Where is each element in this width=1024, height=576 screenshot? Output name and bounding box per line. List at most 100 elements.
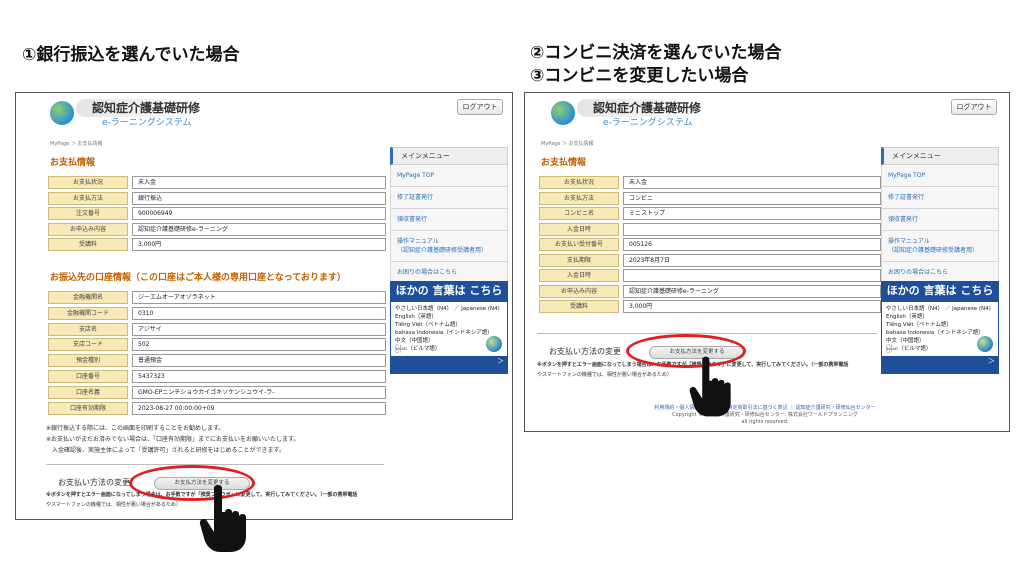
site-header: 認知症介護基礎研修 e-ラーニングシステム ログアウト <box>525 93 1009 137</box>
row-label: 口座名義 <box>48 385 128 399</box>
menu-item-certificate[interactable]: 修了証書発行 <box>881 187 999 209</box>
footer-links[interactable]: 利用規約・個人情報保護方針 ｜ 特定商取引法に基づく表記 ｜ 認知症介護研究・研… <box>565 405 965 412</box>
globe-icon <box>486 336 502 352</box>
lang-line: やさしい日本語（N4） ／ Japanese (N4) <box>886 306 991 312</box>
row-value: ミニストップ <box>623 207 881 220</box>
info-row: お支払い受付番号 005126 <box>539 238 881 251</box>
row-value: 未入金 <box>132 176 386 189</box>
info-row: 口座番号 5437323 <box>48 370 386 383</box>
payment-info-title: お支払情報 <box>50 158 96 168</box>
row-label: 金融機関コード <box>48 306 128 320</box>
pointing-hand-icon <box>199 485 246 552</box>
row-value: 0310 <box>132 306 386 320</box>
info-row: 預金種別 普通預金 <box>48 354 386 368</box>
row-value: 502 <box>132 338 386 352</box>
info-row: お申込み内容 認知症介護基礎研修e-ラーニング <box>539 284 881 298</box>
info-row: お支払方法 コンビニ <box>539 191 881 205</box>
row-label: 預金種別 <box>48 354 128 368</box>
row-value <box>623 222 881 236</box>
info-row: お申込み内容 認知症介護基礎研修e-ラーニング <box>48 222 386 236</box>
note-3: 入金確認後、実施主体によって「受講許可」されると研修をはじめることができます。 <box>46 447 285 454</box>
info-row: 支店コード 502 <box>48 338 386 352</box>
logout-button[interactable]: ログアウト <box>951 99 997 115</box>
info-row: 口座名義 GMO-EPニンチショウカイゴキソケンシュウイ-ラ- <box>48 385 386 399</box>
row-label: お申込み内容 <box>48 222 128 236</box>
row-label: 入金日時 <box>539 269 619 282</box>
row-value: 普通預金 <box>132 354 386 368</box>
menu-head: メインメニュー <box>881 147 999 165</box>
menu-item-manual[interactable]: 操作マニュアル （認知症介護基礎研修受講者用） <box>390 231 508 262</box>
banner-arrow-icon[interactable]: ＞ <box>881 357 999 366</box>
site-title: 認知症介護基礎研修 <box>593 101 702 115</box>
row-value: コンビニ <box>623 191 881 205</box>
left-heading: ①銀行振込を選んでいた場合 <box>22 45 240 65</box>
row-label: 口座有効期限 <box>48 401 128 415</box>
row-label: お支払状況 <box>539 176 619 189</box>
globe-icon <box>977 336 993 352</box>
payment-info-title: お支払情報 <box>541 158 587 168</box>
row-value <box>623 269 881 282</box>
row-value: 5437323 <box>132 370 386 383</box>
logo-globe-icon <box>551 101 575 125</box>
menu-item-manual[interactable]: 操作マニュアル （認知症介護基礎研修受講者用） <box>881 231 999 262</box>
breadcrumb[interactable]: MyPage ＞ お支払情報 <box>50 140 103 147</box>
row-label: 金融機関名 <box>48 291 128 304</box>
menu-item-receipt[interactable]: 領収書発行 <box>390 209 508 231</box>
language-banner[interactable]: ほかの 言葉は こちら やさしい日本語（N4） ／ Japanese (N4) … <box>390 281 508 374</box>
account-info-title: お振込先の口座情報（この口座はご本人様の専用口座となっております） <box>50 273 347 283</box>
site-subtitle: e-ラーニングシステム <box>603 118 693 128</box>
row-label: 入金日時 <box>539 222 619 236</box>
right-heading-1: ②コンビニ決済を選んでいた場合 <box>530 43 782 63</box>
lang-line: bahasa Indonesia（インドネシア語） <box>395 330 493 336</box>
row-label: お申込み内容 <box>539 284 619 298</box>
menu-item-mypage[interactable]: MyPage TOP <box>390 165 508 187</box>
info-row: 受講料 3,000円 <box>48 238 386 251</box>
row-value: 認知症介護基礎研修e-ラーニング <box>132 222 386 236</box>
footer-rights: all rights reserved. <box>741 419 789 425</box>
info-row: 入金日時 <box>539 269 881 282</box>
language-banner-title: ほかの 言葉は こちら <box>886 284 994 297</box>
row-value: 3,000円 <box>132 238 386 251</box>
row-value: アジサイ <box>132 322 386 336</box>
row-label: 受講料 <box>48 238 128 251</box>
row-label: 注文番号 <box>48 207 128 220</box>
pointing-hand-icon <box>689 356 731 417</box>
site-header: 認知症介護基礎研修 e-ラーニングシステム ログアウト <box>16 93 512 137</box>
site-subtitle: e-ラーニングシステム <box>102 118 192 128</box>
language-banner[interactable]: ほかの 言葉は こちら やさしい日本語（N4） ／ Japanese (N4) … <box>881 281 999 374</box>
payment-change-label: お支払い方法の変更 <box>58 478 130 487</box>
footer-copyright: Copyright © 認知症介護研究・研修仙台センター, 株式会社ワールドプラ… <box>672 412 858 418</box>
payment-change-label: お支払い方法の変更 <box>549 347 621 356</box>
right-heading-2: ③コンビニを変更したい場合 <box>530 66 749 86</box>
info-row: お支払方法 銀行振込 <box>48 191 386 205</box>
breadcrumb[interactable]: MyPage ＞ お支払情報 <box>541 140 594 147</box>
row-label: お支払方法 <box>539 191 619 205</box>
side-menu: メインメニュー MyPage TOP 修了証書発行 領収書発行 操作マニュアル … <box>881 147 999 284</box>
row-value: 900006949 <box>132 207 386 220</box>
row-label: お支払状況 <box>48 176 128 189</box>
row-label: 支払期限 <box>539 253 619 267</box>
info-row: 口座有効期限 2023-08-27 00:00:00+09 <box>48 401 386 415</box>
row-value: 認知症介護基礎研修e-ラーニング <box>623 284 881 298</box>
note-2: ※お支払いがまだお済みでない場合は、「口座有効期限」までにお支払いをお願いいたし… <box>46 436 300 443</box>
row-label: コンビニ名 <box>539 207 619 220</box>
info-row: 支店名 アジサイ <box>48 322 386 336</box>
row-label: お支払い受付番号 <box>539 238 619 251</box>
banner-arrow-icon[interactable]: ＞ <box>390 357 508 366</box>
row-value: 005126 <box>623 238 881 251</box>
menu-item-receipt[interactable]: 領収書発行 <box>881 209 999 231</box>
site-title: 認知症介護基礎研修 <box>92 101 201 115</box>
lang-line: bahasa Indonesia（インドネシア語） <box>886 330 984 336</box>
info-row: お支払状況 未入金 <box>48 176 386 189</box>
info-row: お支払状況 未入金 <box>539 176 881 189</box>
row-value: 未入金 <box>623 176 881 189</box>
lang-line: English（英語） <box>886 314 928 320</box>
menu-item-certificate[interactable]: 修了証書発行 <box>390 187 508 209</box>
info-row: コンビニ名 ミニストップ <box>539 207 881 220</box>
row-value: ジーエムオーアオゾラネット <box>132 291 386 304</box>
menu-item-mypage[interactable]: MyPage TOP <box>881 165 999 187</box>
right-screenshot-panel: 認知症介護基礎研修 e-ラーニングシステム ログアウト MyPage ＞ お支払… <box>524 92 1010 432</box>
logout-button[interactable]: ログアウト <box>457 99 503 115</box>
info-row: 金融機関名 ジーエムオーアオゾラネット <box>48 291 386 304</box>
info-row: 入金日時 <box>539 222 881 236</box>
